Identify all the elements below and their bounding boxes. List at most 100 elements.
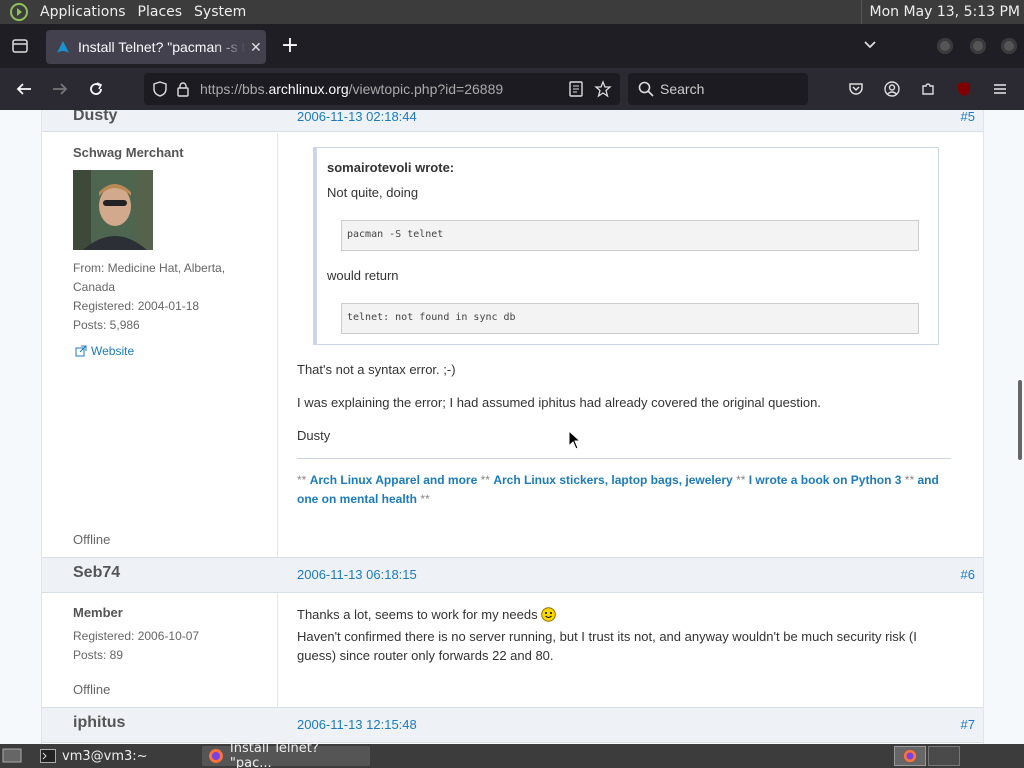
tab-close-icon[interactable]: ✕ (250, 39, 262, 56)
firefox-icon (208, 749, 223, 763)
arch-linux-favicon-icon (57, 41, 69, 53)
taskbar-firefox-label: Install Telnet? "pac... (229, 741, 319, 768)
system-menu[interactable]: System (188, 0, 252, 24)
search-bar[interactable]: Search (628, 73, 808, 105)
extensions-puzzle-icon[interactable] (916, 77, 940, 101)
code-block: pacman -S telnet (341, 220, 919, 251)
gnome-logo-icon[interactable] (8, 1, 30, 23)
signature-link-python-book[interactable]: I wrote a book on Python 3 (749, 473, 902, 487)
user-rank: Schwag Merchant (73, 145, 184, 160)
user-location-line1: From: Medicine Hat, Alberta, (73, 261, 226, 275)
ublock-origin-icon[interactable] (952, 77, 976, 101)
workspace-switcher[interactable] (894, 746, 926, 766)
terminal-icon (40, 749, 56, 763)
scrollbar-thumb[interactable] (1018, 380, 1022, 460)
page-viewport: Dusty 2006-11-13 02:18:44 #5 Schwag Merc… (0, 110, 1024, 744)
post-header: iphitus 2006-11-13 12:15:48 #7 (42, 707, 983, 743)
post-number-link[interactable]: #5 (961, 110, 975, 124)
post-text-line: guess) since router only forwards 22 and… (297, 648, 554, 663)
search-icon (638, 81, 654, 97)
hamburger-menu-icon[interactable] (988, 77, 1012, 101)
post-date-link[interactable]: 2006-11-13 02:18:44 (297, 110, 417, 124)
mouse-cursor-icon (568, 430, 582, 450)
post-text-line: Thanks a lot, seems to work for my needs (297, 607, 538, 622)
url-bar[interactable]: https://bbs.archlinux.org/viewtopic.php?… (144, 73, 620, 105)
post-signature: ** Arch Linux Apparel and more ** Arch L… (297, 458, 951, 509)
avatar (73, 170, 153, 250)
tab-bar: Install Telnet? "pacman -s te ✕ + (0, 24, 1024, 68)
user-info: Registered: 2006-10-07 Posts: 89 (73, 627, 199, 665)
url-host: archlinux.org (268, 81, 349, 97)
post-text-line: Haven't confirmed there is no server run… (297, 629, 917, 644)
quote-header: somairotevoli wrote: (327, 160, 455, 175)
quote-block: somairotevoli wrote: Not quite, doing pa… (313, 147, 939, 345)
applications-menu[interactable]: Applications (34, 0, 132, 24)
firefox-view-button[interactable] (0, 24, 40, 68)
user-location-line2: Canada (73, 280, 116, 294)
forum-content: Dusty 2006-11-13 02:18:44 #5 Schwag Merc… (41, 110, 984, 744)
post-author[interactable]: iphitus (73, 714, 125, 732)
post-number-link[interactable]: #7 (961, 717, 975, 732)
signature-separator: ** (904, 473, 915, 487)
pocket-icon[interactable] (844, 77, 868, 101)
bottom-taskbar: vm3@vm3:~ Install Telnet? "pac... (0, 741, 1024, 768)
maximize-window-button[interactable] (970, 38, 986, 54)
reload-icon[interactable] (84, 77, 108, 101)
back-arrow-icon[interactable] (12, 77, 36, 101)
post-author-sidebar: Schwag Merchant From: Medicine Hat, Albe… (42, 133, 278, 558)
new-tab-button[interactable]: + (278, 34, 302, 58)
post-header: Seb74 2006-11-13 06:18:15 #6 (42, 557, 983, 593)
url-text[interactable]: https://bbs.archlinux.org/viewtopic.php?… (200, 81, 503, 97)
user-registered: Registered: 2004-01-18 (73, 299, 200, 313)
taskbar-terminal-label: vm3@vm3:~ (62, 748, 148, 764)
places-menu[interactable]: Places (132, 0, 189, 24)
user-registered: Registered: 2006-10-07 (73, 629, 200, 643)
website-label: Website (91, 344, 135, 358)
user-status: Offline (73, 532, 111, 547)
post-author[interactable]: Dusty (73, 110, 117, 125)
forward-arrow-icon[interactable] (48, 77, 72, 101)
signature-link-stickers[interactable]: Arch Linux stickers, laptop bags, jewele… (493, 473, 732, 487)
smiley-icon (541, 607, 557, 627)
taskbar-firefox[interactable]: Install Telnet? "pac... (202, 741, 370, 768)
post-date-link[interactable]: 2006-11-13 06:18:15 (297, 567, 417, 582)
user-posts-count: Posts: 89 (73, 648, 124, 662)
post-date-link[interactable]: 2006-11-13 12:15:48 (297, 717, 417, 732)
post-paragraph: That's not a syntax error. ;-) (297, 362, 456, 377)
code-block: telnet: not found in sync db (341, 303, 919, 334)
list-all-tabs-chevron-icon[interactable] (862, 36, 878, 56)
user-info: From: Medicine Hat, Alberta, Canada Regi… (73, 259, 225, 335)
bookmark-star-icon[interactable] (594, 80, 612, 98)
post-author[interactable]: Seb74 (73, 564, 120, 582)
quote-text: Not quite, doing (327, 185, 419, 200)
workspace-2[interactable] (928, 746, 960, 766)
close-window-button[interactable] (1001, 38, 1017, 54)
post-number-link[interactable]: #6 (961, 567, 975, 582)
top-panel: Applications Places System Mon May 13, 5… (0, 0, 1024, 24)
firefox-workspace-icon (903, 749, 917, 763)
account-icon[interactable] (880, 77, 904, 101)
show-desktop-icon[interactable] (2, 747, 22, 765)
signature-separator: ** (480, 473, 490, 487)
panel-clock[interactable]: Mon May 13, 5:13 PM (860, 0, 1020, 24)
tab-title: Install Telnet? "pacman -s te (78, 39, 246, 55)
signature-separator: ** (420, 492, 430, 506)
post-author-sidebar: Member Registered: 2006-10-07 Posts: 89 … (42, 593, 278, 707)
post-header: Dusty 2006-11-13 02:18:44 #5 (42, 110, 983, 132)
tracking-protection-shield-icon[interactable] (152, 81, 168, 97)
signature-link-apparel[interactable]: Arch Linux Apparel and more (310, 473, 478, 487)
post-paragraph: I was explaining the error; I had assume… (297, 395, 821, 410)
firefox-view-icon (12, 39, 28, 53)
lock-icon[interactable] (176, 81, 190, 97)
reader-view-icon[interactable] (568, 81, 584, 97)
taskbar-terminal[interactable]: vm3@vm3:~ (34, 746, 198, 766)
external-link-icon (75, 345, 87, 357)
tab-install-telnet[interactable]: Install Telnet? "pacman -s te ✕ (46, 30, 266, 64)
navigation-bar: https://bbs.archlinux.org/viewtopic.php?… (0, 68, 1024, 110)
url-scheme: https://bbs. (200, 81, 269, 97)
website-link[interactable]: Website (75, 344, 134, 358)
user-rank: Member (73, 605, 123, 620)
minimize-window-button[interactable] (937, 38, 953, 54)
post-paragraph: Dusty (297, 428, 331, 443)
scrollbar[interactable] (1016, 110, 1024, 744)
